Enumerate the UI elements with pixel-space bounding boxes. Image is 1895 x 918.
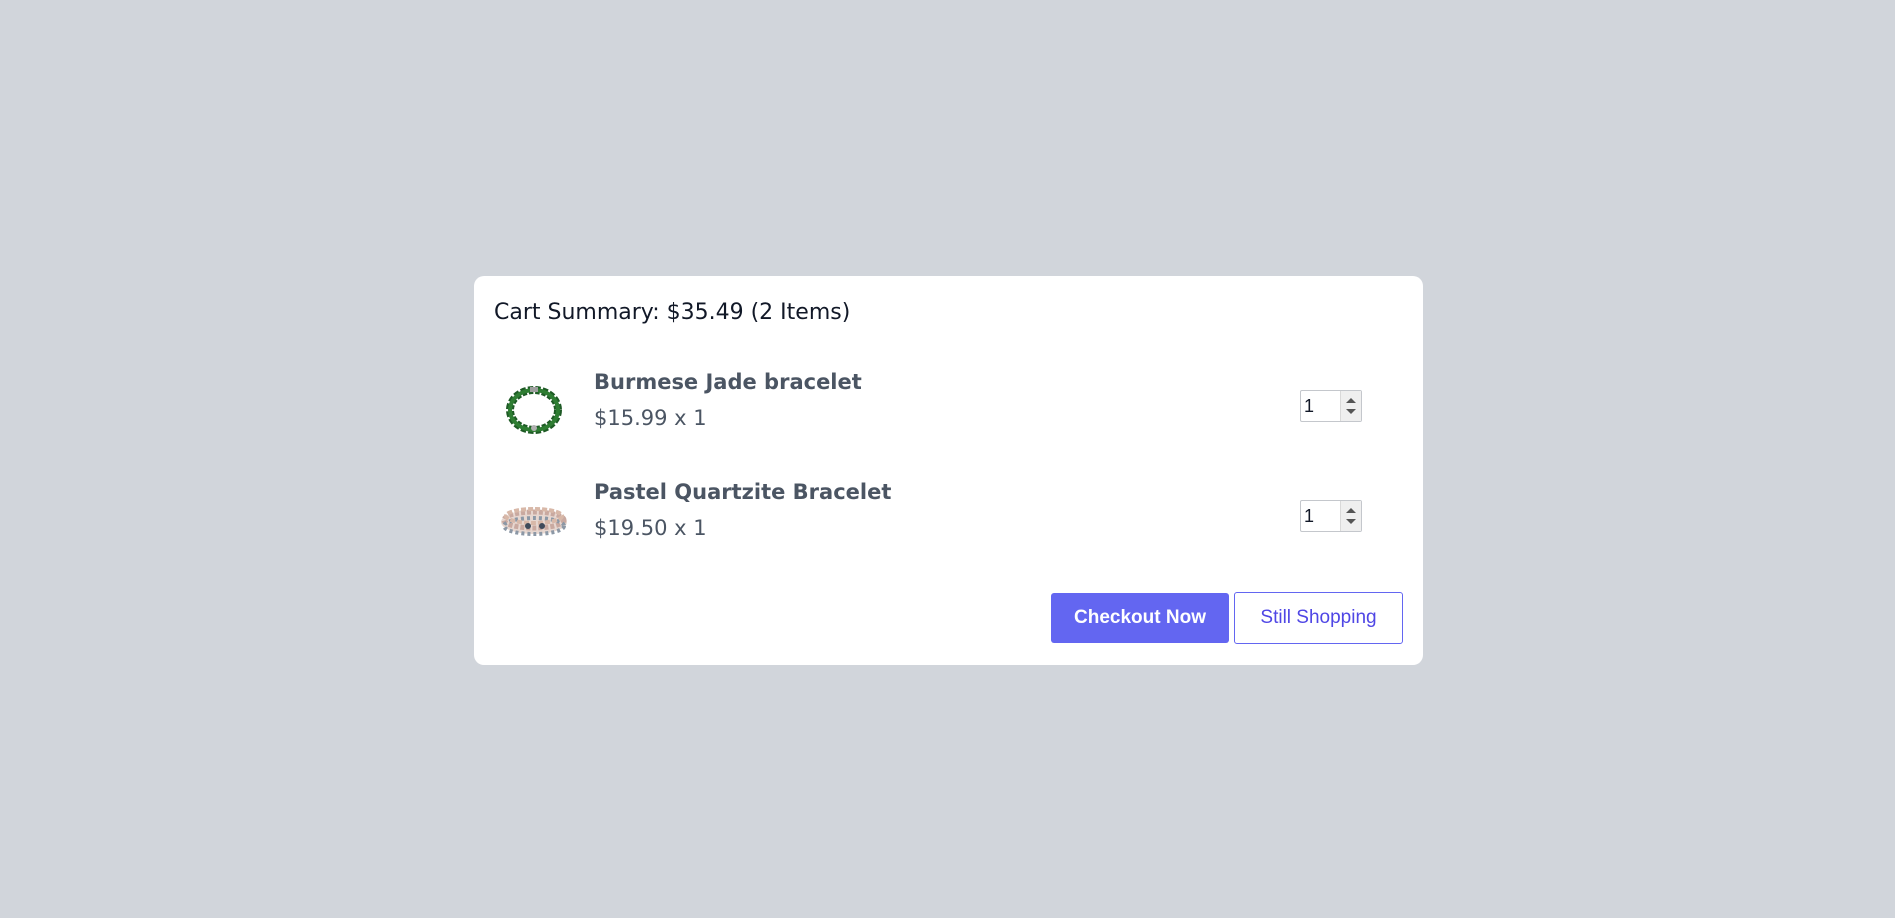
increment-arrow-icon[interactable] xyxy=(1346,398,1356,403)
quantity-value[interactable]: 1 xyxy=(1304,396,1314,417)
spinner-buttons[interactable] xyxy=(1340,391,1361,421)
jade-bracelet-image xyxy=(498,372,570,444)
checkout-now-button[interactable]: Checkout Now xyxy=(1051,593,1229,643)
quartzite-bracelet-image xyxy=(498,482,570,554)
item-name: Burmese Jade bracelet xyxy=(594,370,862,394)
decrement-arrow-icon[interactable] xyxy=(1346,519,1356,524)
item-price: $15.99 x 1 xyxy=(594,406,707,430)
decrement-arrow-icon[interactable] xyxy=(1346,409,1356,414)
cart-summary-title: Cart Summary: $35.49 (2 Items) xyxy=(494,300,851,325)
cart-item: Pastel Quartzite Bracelet $19.50 x 1 1 xyxy=(474,468,1423,568)
item-name: Pastel Quartzite Bracelet xyxy=(594,480,892,504)
still-shopping-button[interactable]: Still Shopping xyxy=(1234,592,1403,644)
increment-arrow-icon[interactable] xyxy=(1346,508,1356,513)
item-price: $19.50 x 1 xyxy=(594,516,707,540)
spinner-buttons[interactable] xyxy=(1340,501,1361,531)
cart-item: Burmese Jade bracelet $15.99 x 1 1 xyxy=(474,358,1423,458)
quantity-stepper[interactable]: 1 xyxy=(1300,390,1362,422)
quantity-stepper[interactable]: 1 xyxy=(1300,500,1362,532)
quantity-value[interactable]: 1 xyxy=(1304,506,1314,527)
cart-summary-modal: Cart Summary: $35.49 (2 Items) Burmese J… xyxy=(474,276,1423,665)
